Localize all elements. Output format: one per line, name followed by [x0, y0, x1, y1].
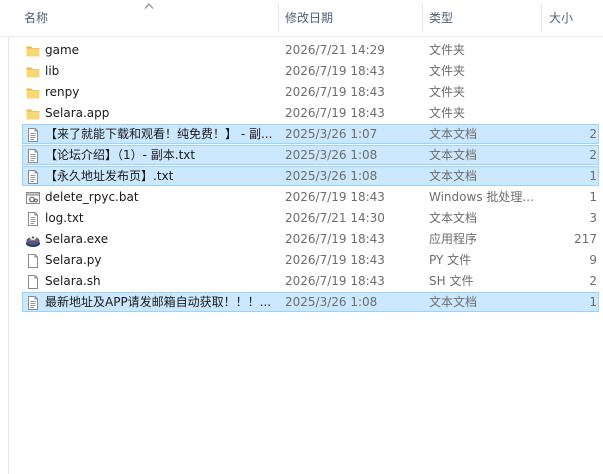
folder-icon	[25, 64, 41, 80]
file-name: delete_rpyc.bat	[45, 190, 139, 204]
file-name: Selara.sh	[45, 274, 101, 288]
file-size: 3	[589, 211, 597, 225]
file-modified-date: 2025/3/26 1:07	[285, 127, 378, 141]
column-divider[interactable]	[541, 4, 542, 32]
file-type: 文本文档	[429, 169, 478, 183]
column-divider[interactable]	[278, 4, 279, 32]
file-modified-date: 2026/7/21 14:30	[285, 211, 385, 225]
file-size: 217	[574, 232, 597, 246]
file-row[interactable]: Selara.sh 2026/7/19 18:43 SH 文件 2	[22, 271, 599, 291]
file-size: 1	[589, 169, 597, 183]
file-name: 【永久地址发布页】.txt	[45, 169, 174, 183]
file-size	[547, 62, 597, 81]
text-document-icon	[25, 127, 41, 143]
file-type: SH 文件	[429, 274, 474, 288]
file-size	[547, 83, 597, 102]
file-row[interactable]: Selara.app 2026/7/19 18:43 文件夹	[22, 103, 599, 123]
file-modified-date: 2026/7/19 18:43	[285, 85, 385, 99]
file-row[interactable]: game 2026/7/21 14:29 文件夹	[22, 40, 599, 60]
file-row[interactable]: 最新地址及APP请发邮箱自动获取！！！... 2025/3/26 1:08 文本文档…	[22, 292, 599, 312]
application-icon	[25, 232, 41, 248]
file-name: Selara.py	[45, 253, 102, 267]
folder-icon	[25, 43, 41, 59]
file-size: 2	[589, 148, 597, 162]
folder-icon	[25, 106, 41, 122]
file-size: 9	[589, 253, 597, 267]
file-size	[547, 104, 597, 123]
file-row[interactable]: log.txt 2026/7/21 14:30 文本文档 3	[22, 208, 599, 228]
file-type: 文本文档	[429, 127, 478, 141]
file-type: 文件夹	[429, 64, 466, 78]
file-type: Windows 批处理...	[429, 190, 534, 204]
file-row[interactable]: 【来了就能下载和观看！纯免费！】 - 副... 2025/3/26 1:07 文本文…	[22, 124, 599, 144]
file-modified-date: 2025/3/26 1:08	[285, 169, 378, 183]
file-modified-date: 2026/7/19 18:43	[285, 106, 385, 120]
text-document-icon	[25, 148, 41, 164]
column-header-size[interactable]: 大小	[549, 0, 573, 36]
file-type: 文本文档	[429, 295, 478, 309]
file-name: 【来了就能下载和观看！纯免费！】 - 副...	[45, 127, 273, 141]
blank-file-icon	[25, 253, 41, 269]
file-modified-date: 2026/7/19 18:43	[285, 190, 385, 204]
file-row[interactable]: delete_rpyc.bat 2026/7/19 18:43 Windows 批处…	[22, 187, 599, 207]
folder-icon	[25, 85, 41, 101]
column-header-date[interactable]: 修改日期	[285, 0, 333, 36]
file-name: lib	[45, 64, 60, 78]
column-header-bar: 名称 修改日期 类型 大小	[0, 0, 603, 37]
batch-file-icon	[25, 190, 41, 206]
sort-up-arrow-icon	[144, 3, 154, 9]
file-type: 文件夹	[429, 43, 466, 57]
file-type: 文件夹	[429, 85, 466, 99]
file-name: 最新地址及APP请发邮箱自动获取！！！...	[45, 295, 272, 309]
file-modified-date: 2026/7/19 18:43	[285, 232, 385, 246]
file-type: 应用程序	[429, 232, 478, 246]
file-row[interactable]: 【论坛介绍】（1）- 副本.txt 2025/3/26 1:08 文本文档 2	[22, 145, 599, 165]
column-header-type[interactable]: 类型	[429, 0, 453, 36]
file-type: 文件夹	[429, 106, 466, 120]
file-modified-date: 2026/7/19 18:43	[285, 274, 385, 288]
text-document-icon	[25, 211, 41, 227]
file-modified-date: 2026/7/19 18:43	[285, 64, 385, 78]
file-row[interactable]: Selara.py 2026/7/19 18:43 PY 文件 9	[22, 250, 599, 270]
blank-file-icon	[25, 274, 41, 290]
column-divider[interactable]	[422, 4, 423, 32]
file-type: PY 文件	[429, 253, 472, 267]
file-name: renpy	[45, 85, 80, 99]
file-modified-date: 2026/7/19 18:43	[285, 253, 385, 267]
file-size	[547, 41, 597, 60]
file-name: 【论坛介绍】（1）- 副本.txt	[45, 148, 196, 162]
file-row[interactable]: Selara.exe 2026/7/19 18:43 应用程序 217	[22, 229, 599, 249]
file-modified-date: 2026/7/21 14:29	[285, 43, 385, 57]
file-size: 2	[589, 274, 597, 288]
column-header-name[interactable]: 名称	[24, 0, 48, 36]
text-document-icon	[25, 169, 41, 185]
file-name: Selara.app	[45, 106, 110, 120]
text-document-icon	[25, 295, 41, 311]
file-name: game	[45, 43, 80, 57]
file-type: 文本文档	[429, 211, 478, 225]
file-explorer-window: 名称 修改日期 类型 大小 game 2026/7/21 14:29 文件夹 lib…	[0, 0, 603, 474]
file-modified-date: 2025/3/26 1:08	[285, 295, 378, 309]
file-row[interactable]: 【永久地址发布页】.txt 2025/3/26 1:08 文本文档 1	[22, 166, 599, 186]
file-name: log.txt	[45, 211, 84, 225]
navigation-pane-edge	[0, 0, 9, 474]
file-row[interactable]: renpy 2026/7/19 18:43 文件夹	[22, 82, 599, 102]
file-size: 2	[589, 127, 597, 141]
file-row[interactable]: lib 2026/7/19 18:43 文件夹	[22, 61, 599, 81]
file-size: 1	[589, 295, 597, 309]
file-modified-date: 2025/3/26 1:08	[285, 148, 378, 162]
file-name: Selara.exe	[45, 232, 109, 246]
file-type: 文本文档	[429, 148, 478, 162]
file-size: 1	[589, 190, 597, 204]
